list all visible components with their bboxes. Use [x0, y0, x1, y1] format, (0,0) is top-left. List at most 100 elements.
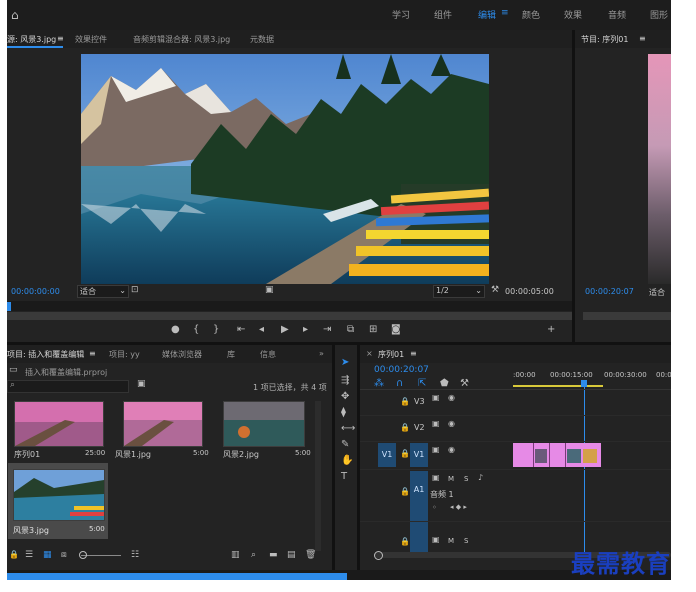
sync-lock-icon[interactable]: ▣	[432, 445, 440, 454]
workspace-graphics[interactable]: 图形	[650, 8, 668, 21]
lock-icon[interactable]: 🔒	[400, 537, 410, 546]
workspace-menu-icon[interactable]: ≡	[501, 8, 509, 18]
solo-button[interactable]: S	[464, 475, 468, 483]
volume-icon[interactable]: ◦	[432, 503, 437, 512]
source-patch-v1[interactable]: V1	[378, 443, 396, 467]
lock-icon[interactable]: 🔒	[9, 550, 19, 559]
wrench-icon[interactable]: ⚒	[491, 285, 499, 295]
sync-lock-icon[interactable]: ▣	[432, 473, 440, 482]
lock-icon[interactable]: 🔒	[400, 449, 410, 458]
thumb-landscape2[interactable]	[223, 401, 305, 447]
source-time-ruler[interactable]	[7, 301, 572, 311]
ripple-edit-tool-icon[interactable]: ✥	[341, 391, 349, 402]
tab-menu-icon[interactable]: ≡	[639, 34, 646, 43]
microphone-icon[interactable]: ♪	[478, 473, 483, 482]
nest-icon[interactable]: ⁂	[374, 378, 384, 389]
tab-project-yy[interactable]: 项目: yy	[109, 349, 140, 360]
tab-metadata[interactable]: 元数据	[250, 34, 274, 45]
tab-libraries[interactable]: 库	[227, 349, 235, 360]
workspace-edit[interactable]: 编辑	[478, 8, 496, 21]
tab-media-browser[interactable]: 媒体浏览器	[162, 349, 202, 360]
timeline-playhead[interactable]	[581, 380, 587, 387]
list-view-icon[interactable]: ☰	[25, 550, 33, 560]
step-forward-icon[interactable]: ▸	[303, 324, 308, 335]
tab-info[interactable]: 信息	[260, 349, 276, 360]
automate-to-sequence-icon[interactable]: ▥	[231, 550, 240, 560]
add-marker-icon[interactable]: ●	[171, 324, 180, 335]
project-search-input[interactable]: ⌕	[7, 380, 129, 393]
sync-lock-icon[interactable]: ▣	[432, 535, 440, 544]
linked-selection-icon[interactable]: ⇱	[418, 378, 426, 389]
source-resolution-select[interactable]: 1/2 ⌄	[433, 285, 485, 298]
source-timecode[interactable]: 00:00:00:00	[11, 287, 60, 296]
close-tab-icon[interactable]: ×	[366, 349, 373, 358]
workspace-audio[interactable]: 音频	[608, 8, 626, 21]
freeform-view-icon[interactable]: ⧈	[61, 550, 67, 560]
type-tool-icon[interactable]: T	[341, 471, 347, 482]
tab-project-insert[interactable]: 项目: 插入和覆盖编辑	[7, 349, 84, 360]
tab-program[interactable]: 节目: 序列01	[581, 34, 628, 45]
tab-audio-clip-mixer[interactable]: 音频剪辑混合器: 风景3.jpg	[133, 34, 230, 45]
trash-icon[interactable]: 🗑	[305, 550, 316, 560]
sync-lock-icon[interactable]: ▣	[432, 393, 440, 402]
source-playhead[interactable]	[7, 302, 11, 311]
sync-lock-icon[interactable]: ▣	[432, 419, 440, 428]
track-select-tool-icon[interactable]: ⇶	[341, 375, 349, 386]
go-to-out-icon[interactable]: ⇥	[323, 324, 331, 335]
timeline-clips-v1[interactable]	[513, 443, 601, 467]
thumb-landscape3[interactable]	[13, 469, 105, 521]
work-area-bar[interactable]	[513, 385, 603, 387]
program-timecode[interactable]: 00:00:20:07	[585, 287, 634, 296]
razor-tool-icon[interactable]: ⧫	[341, 407, 346, 418]
icon-view-icon[interactable]: ▦	[43, 550, 52, 560]
tab-menu-icon[interactable]: ≡	[410, 349, 417, 358]
more-tabs-icon[interactable]: »	[319, 349, 324, 358]
new-bin-from-search-icon[interactable]: ▣	[137, 379, 146, 389]
tab-sequence[interactable]: 序列01	[378, 349, 404, 360]
mark-in-icon[interactable]: {	[193, 324, 199, 335]
selection-tool-icon[interactable]: ➤	[341, 357, 349, 368]
prev-keyframe-icon[interactable]: ◂ ◆ ▸	[450, 503, 467, 511]
tab-effect-controls[interactable]: 效果控件	[75, 34, 107, 45]
settings-bracket-icon[interactable]: ⊡	[131, 285, 139, 295]
eye-icon[interactable]: ◉	[448, 419, 455, 428]
program-zoom-bar[interactable]	[583, 312, 671, 320]
workspace-learn[interactable]: 学习	[392, 8, 410, 21]
timeline-timecode[interactable]: 00:00:20:07	[374, 365, 429, 375]
overwrite-icon[interactable]: ⊞	[369, 324, 377, 335]
timeline-settings-icon[interactable]: ⚒	[460, 378, 469, 389]
hand-tool-icon[interactable]: ✋	[341, 455, 353, 466]
step-back-icon[interactable]: ◂	[259, 324, 264, 335]
home-icon[interactable]: ⌂	[11, 8, 19, 22]
drag-video-icon[interactable]: ▣	[265, 285, 274, 295]
workspace-color[interactable]: 颜色	[522, 8, 540, 21]
tab-menu-icon[interactable]: ≡	[89, 349, 96, 358]
lock-icon[interactable]: 🔒	[400, 397, 410, 406]
mark-out-icon[interactable]: }	[213, 324, 219, 335]
source-zoom-bar[interactable]	[7, 312, 572, 320]
thumb-sequence01[interactable]	[14, 401, 104, 447]
program-fit-select[interactable]: 适合	[649, 287, 665, 298]
pen-tool-icon[interactable]: ✎	[341, 439, 349, 450]
track-target-v1[interactable]: V1	[410, 443, 428, 467]
slip-tool-icon[interactable]: ⟷	[341, 423, 355, 434]
tab-source[interactable]: 源: 风景3.jpg	[7, 34, 56, 45]
export-frame-icon[interactable]: ◙	[391, 324, 401, 335]
sort-icon[interactable]: ☷	[131, 550, 139, 560]
source-fit-select[interactable]: 适合 ⌄	[77, 285, 129, 298]
project-scrollbar[interactable]	[315, 401, 321, 551]
scrollbar-handle[interactable]	[374, 551, 383, 560]
eye-icon[interactable]: ◉	[448, 445, 455, 454]
lock-icon[interactable]: 🔒	[400, 487, 410, 496]
track-target-a1[interactable]: A1	[410, 471, 428, 555]
new-item-icon[interactable]: ▤	[287, 550, 296, 560]
play-icon[interactable]: ▶	[281, 324, 289, 335]
snap-icon[interactable]: ∩	[396, 378, 403, 389]
tab-menu-icon[interactable]: ≡	[57, 34, 64, 43]
zoom-slider[interactable]	[81, 555, 121, 556]
go-to-in-icon[interactable]: ⇤	[237, 324, 245, 335]
zoom-slider-handle[interactable]	[79, 551, 87, 559]
add-button-icon[interactable]: +	[547, 324, 555, 335]
find-icon[interactable]: ⌕	[251, 550, 256, 560]
eye-icon[interactable]: ◉	[448, 393, 455, 402]
